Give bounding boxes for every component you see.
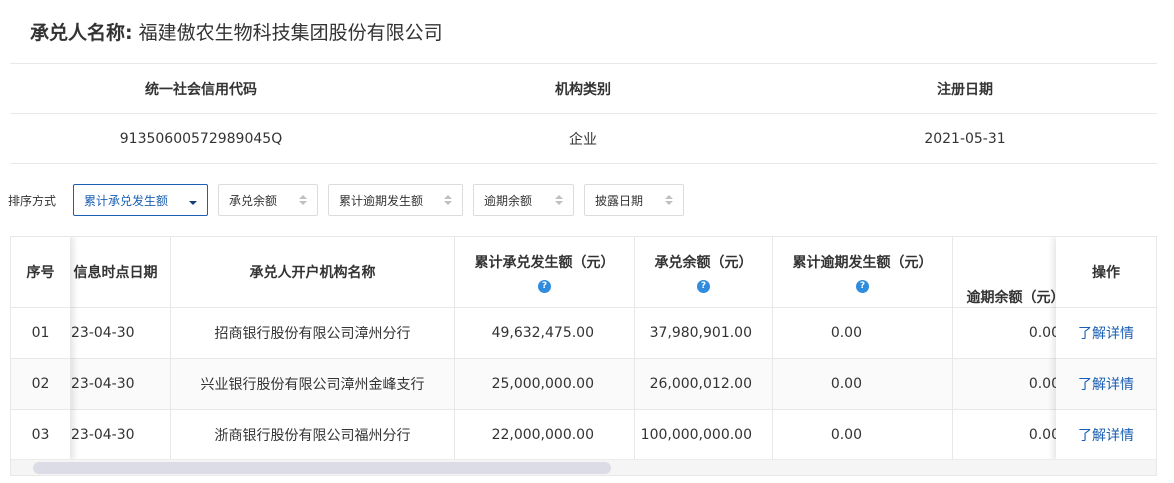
- info-header-row: 统一社会信用代码 机构类别 注册日期: [10, 64, 1157, 114]
- row-acceptance-balance: 26,000,012.00: [635, 359, 773, 409]
- row-acceptance-balance: 100,000,000.00: [635, 410, 773, 460]
- row-org: 招商银行股份有限公司漳州分行: [171, 308, 455, 358]
- credit-code-header: 统一社会信用代码: [145, 81, 257, 98]
- sort-overdue-balance-button[interactable]: 逾期余额: [473, 184, 575, 216]
- org-type-header: 机构类别: [555, 81, 611, 98]
- row-overdue-balance: 0.00: [1028, 427, 1060, 443]
- accumulated-acceptance-header: 累计承兑发生额（元） ?: [455, 237, 635, 307]
- help-icon[interactable]: ?: [856, 279, 869, 293]
- table-header-row: 信息时点日期 承兑人开户机构名称 累计承兑发生额（元） ? 承兑余额（元） ? …: [11, 237, 1068, 308]
- accumulated-overdue-header: 累计逾期发生额（元） ?: [773, 237, 953, 307]
- org-header: 承兑人开户机构名称: [171, 237, 455, 307]
- horizontal-scrollbar[interactable]: [11, 459, 1156, 475]
- acceptance-balance-header: 承兑余额（元） ?: [635, 237, 773, 307]
- help-icon[interactable]: ?: [697, 279, 710, 293]
- row-overdue-balance: 0.00: [1028, 325, 1060, 341]
- page-title: 承兑人名称: 福建傲农生物科技集团股份有限公司: [30, 16, 443, 46]
- register-date-header: 注册日期: [937, 81, 993, 98]
- row-accumulated-overdue: 0.00: [773, 410, 953, 460]
- sort-arrows-icon: [555, 195, 564, 205]
- sort-accumulated-acceptance-button[interactable]: 累计承兑发生额: [73, 184, 209, 216]
- sort-acceptance-balance-button[interactable]: 承兑余额: [218, 184, 319, 216]
- sort-arrows-icon: [665, 195, 674, 205]
- row-seq: 01: [11, 308, 71, 359]
- fixed-seq-column: 序号 01 02 03: [11, 237, 71, 461]
- seq-header: 序号: [11, 237, 71, 308]
- row-accumulated-overdue: 0.00: [773, 308, 953, 358]
- sort-disclosure-date-button[interactable]: 披露日期: [584, 184, 685, 216]
- sort-arrows-icon: [444, 195, 453, 205]
- row-overdue-balance: 0.00: [1028, 376, 1060, 392]
- row-seq: 03: [11, 410, 71, 461]
- row-seq: 02: [11, 359, 71, 410]
- row-acceptance-balance: 37,980,901.00: [635, 308, 773, 358]
- row-accumulated-acceptance: 22,000,000.00: [455, 410, 635, 460]
- view-details-link[interactable]: 了解详情: [1078, 374, 1134, 394]
- info-value-row: 91350600572989045Q 企业 2021-05-31: [10, 114, 1157, 164]
- action-header: 操作: [1056, 237, 1156, 308]
- fixed-action-column: 操作 了解详情 了解详情 了解详情: [1056, 237, 1156, 461]
- register-date-value: 2021-05-31: [924, 130, 1006, 147]
- view-details-link[interactable]: 了解详情: [1078, 425, 1134, 445]
- table-row: 23-04-30 招商银行股份有限公司漳州分行 49,632,475.00 37…: [11, 308, 1068, 359]
- date-header: 信息时点日期: [71, 237, 171, 307]
- view-details-link[interactable]: 了解详情: [1078, 323, 1134, 343]
- acceptor-info-table: 统一社会信用代码 机构类别 注册日期 91350600572989045Q 企业…: [10, 63, 1157, 164]
- sort-arrows-icon: [189, 195, 198, 205]
- table-row: 23-04-30 浙商银行股份有限公司福州分行 22,000,000.00 10…: [11, 410, 1068, 461]
- acceptor-name-label: 承兑人名称:: [30, 21, 133, 44]
- credit-code-value: 91350600572989045Q: [119, 130, 283, 147]
- scrollbar-thumb[interactable]: [33, 462, 611, 474]
- row-date: 23-04-30: [71, 308, 171, 358]
- acceptance-table: 信息时点日期 承兑人开户机构名称 累计承兑发生额（元） ? 承兑余额（元） ? …: [10, 236, 1157, 476]
- org-type-value: 企业: [569, 131, 597, 148]
- row-accumulated-acceptance: 25,000,000.00: [455, 359, 635, 409]
- help-icon[interactable]: ?: [538, 279, 551, 293]
- table-scroll-body: 信息时点日期 承兑人开户机构名称 累计承兑发生额（元） ? 承兑余额（元） ? …: [11, 237, 1068, 461]
- row-accumulated-overdue: 0.00: [773, 359, 953, 409]
- row-org: 兴业银行股份有限公司漳州金峰支行: [171, 359, 455, 409]
- row-date: 23-04-30: [71, 359, 171, 409]
- row-org: 浙商银行股份有限公司福州分行: [171, 410, 455, 460]
- overdue-balance-header: 逾期余额（元）: [966, 290, 1065, 306]
- sort-arrows-icon: [299, 195, 308, 205]
- table-row: 23-04-30 兴业银行股份有限公司漳州金峰支行 25,000,000.00 …: [11, 359, 1068, 410]
- sort-label: 排序方式: [8, 193, 57, 208]
- row-accumulated-acceptance: 49,632,475.00: [455, 308, 635, 358]
- sort-bar: 排序方式 累计承兑发生额 承兑余额 累计逾期发生额 逾期余额 披露日期: [8, 184, 694, 216]
- acceptor-name-value: 福建傲农生物科技集团股份有限公司: [138, 21, 443, 44]
- sort-accumulated-overdue-button[interactable]: 累计逾期发生额: [328, 184, 464, 216]
- row-date: 23-04-30: [71, 410, 171, 460]
